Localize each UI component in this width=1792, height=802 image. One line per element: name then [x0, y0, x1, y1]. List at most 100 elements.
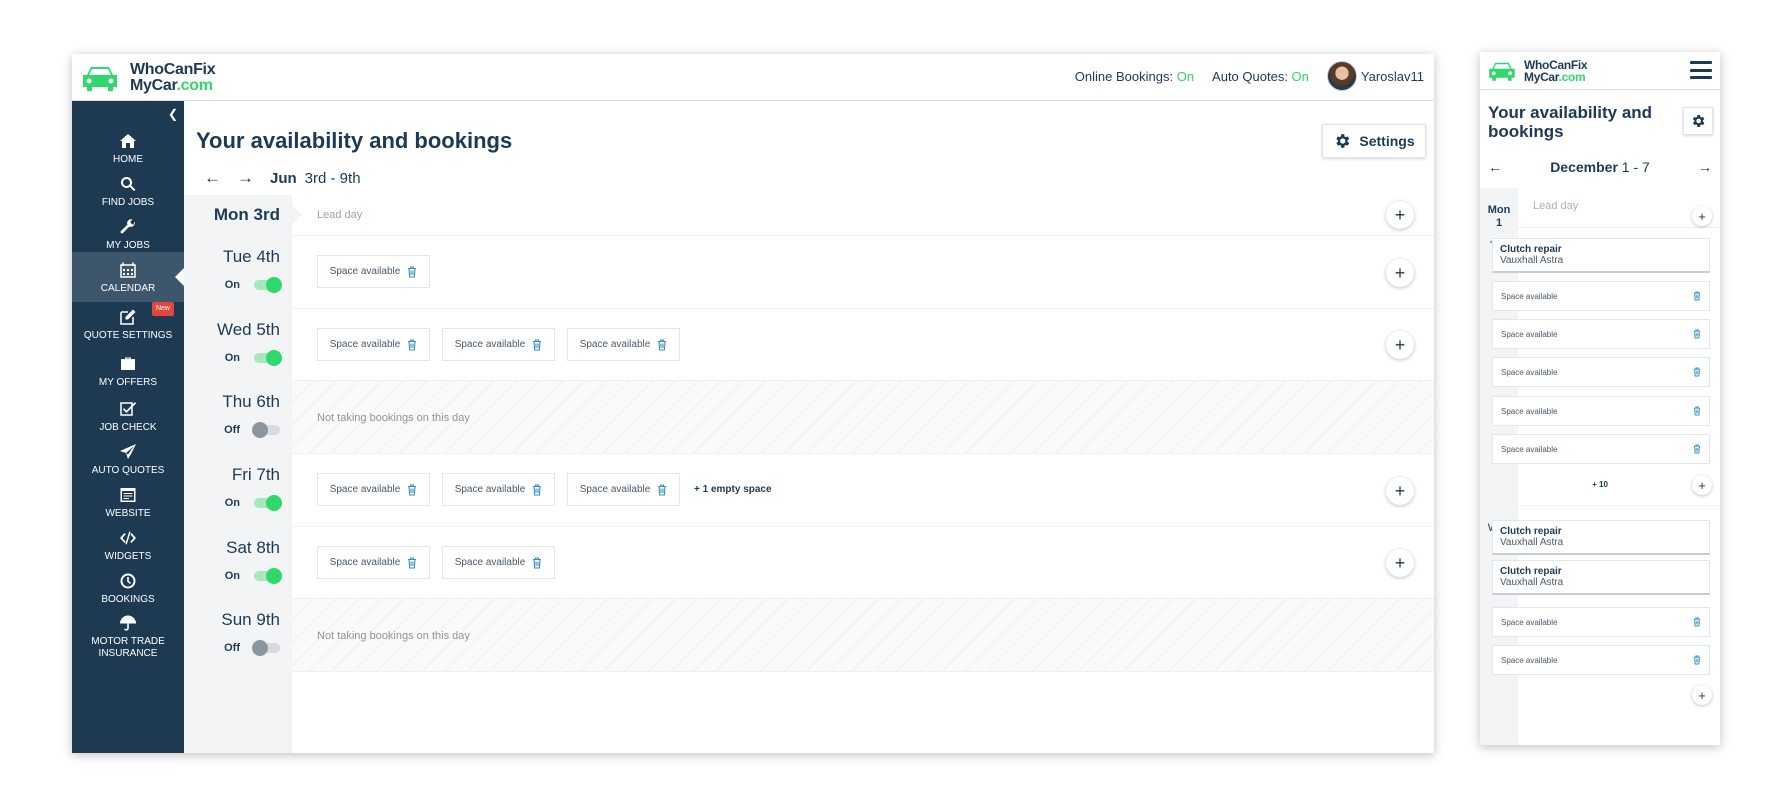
settings-button[interactable]: Settings: [1322, 124, 1426, 158]
clock-icon: [118, 571, 138, 591]
slot-label: Space available: [329, 557, 401, 568]
booking-card[interactable]: Clutch repair Vauxhall Astra: [1492, 238, 1710, 273]
space-available-slot[interactable]: Space available: [1492, 281, 1710, 311]
mobile-logo[interactable]: WhoCanFix MyCar.com: [1487, 59, 1588, 83]
trash-icon[interactable]: [407, 556, 417, 569]
logo[interactable]: WhoCanFix MyCar.com: [80, 61, 216, 94]
next-week-icon[interactable]: →: [237, 168, 254, 188]
trash-icon[interactable]: [532, 483, 542, 496]
edit-icon: [118, 307, 138, 327]
space-available-slot[interactable]: Space available: [317, 328, 430, 361]
add-slot-button[interactable]: +: [1386, 201, 1414, 229]
mobile-lead-day-area: Lead day: [1518, 188, 1720, 228]
space-available-slot[interactable]: Space available: [1492, 357, 1710, 387]
online-bookings-status[interactable]: Online Bookings: On: [1075, 69, 1194, 84]
booking-card[interactable]: Clutch repair Vauxhall Astra: [1492, 560, 1710, 595]
mobile-page-title: Your availability and bookings: [1488, 103, 1653, 141]
add-slot-button[interactable]: +: [1692, 685, 1712, 705]
trash-icon[interactable]: [1693, 617, 1701, 627]
space-available-slot[interactable]: Space available: [442, 473, 555, 506]
space-available-slot[interactable]: Space available: [317, 473, 430, 506]
day-availability-toggle[interactable]: [254, 350, 282, 366]
trash-icon[interactable]: [1693, 367, 1701, 377]
wrench-icon: [118, 217, 138, 237]
slot-label: Space available: [1501, 655, 1558, 665]
day-name: Sat 8th: [226, 538, 280, 557]
add-slot-button[interactable]: +: [1386, 477, 1414, 505]
space-available-slot[interactable]: Space available: [567, 328, 680, 361]
day-slots-area: Not taking bookings on this day: [292, 381, 1434, 454]
sidebar-item-label: MOTOR TRADE INSURANCE: [91, 635, 165, 659]
page-title: Your availability and bookings: [196, 128, 513, 153]
sidebar-item-my-offers[interactable]: MY OFFERS: [72, 346, 184, 396]
trash-icon[interactable]: [407, 338, 417, 351]
avatar[interactable]: [1326, 61, 1357, 91]
add-slot-button[interactable]: +: [1386, 549, 1414, 577]
trash-icon[interactable]: [1693, 291, 1701, 301]
space-available-slot[interactable]: Space available: [1492, 607, 1710, 637]
booking-card[interactable]: Clutch repair Vauxhall Astra: [1492, 520, 1710, 555]
more-empty-spaces-link[interactable]: + 1 empty space: [694, 484, 772, 495]
slot-label: Space available: [1501, 291, 1558, 301]
mobile-window: WhoCanFix MyCar.com Your availability an…: [1480, 52, 1720, 745]
trash-icon[interactable]: [407, 483, 417, 496]
collapse-sidebar-icon[interactable]: ❮: [168, 107, 178, 121]
trash-icon[interactable]: [532, 338, 542, 351]
day-status-label: Off: [224, 424, 240, 436]
slot-label: Space available: [454, 557, 526, 568]
trash-icon[interactable]: [657, 483, 667, 496]
logo-text: WhoCanFix MyCar.com: [130, 61, 216, 94]
car-logo-icon: [83, 67, 117, 91]
day-availability-toggle[interactable]: [252, 640, 280, 656]
space-available-slot[interactable]: Space available: [442, 546, 555, 579]
search-icon: [118, 174, 138, 194]
trash-icon[interactable]: [1693, 655, 1701, 665]
sidebar-item-label: MY JOBS: [106, 239, 150, 251]
add-slot-button[interactable]: +: [1386, 259, 1414, 287]
add-slot-button[interactable]: +: [1692, 206, 1712, 226]
sidebar-item-motor-trade-insurance[interactable]: MOTOR TRADE INSURANCE: [72, 611, 184, 661]
add-slot-button[interactable]: +: [1692, 475, 1712, 495]
day-availability-toggle[interactable]: [254, 495, 282, 511]
trash-icon[interactable]: [657, 338, 667, 351]
sidebar-item-quote-settings[interactable]: QUOTE SETTINGS New: [72, 299, 184, 349]
mobile-day-label: Mon 1: [1487, 204, 1511, 229]
trash-icon[interactable]: [1693, 329, 1701, 339]
trash-icon[interactable]: [1693, 406, 1701, 416]
trash-icon[interactable]: [407, 265, 417, 278]
sidebar-item-calendar[interactable]: CALENDAR: [72, 252, 185, 302]
day-slots-area: Space available Space available +: [292, 527, 1434, 599]
sidebar-item-label: MY OFFERS: [98, 376, 158, 388]
username[interactable]: Yaroslav11: [1361, 69, 1424, 84]
day-availability-toggle[interactable]: [254, 277, 282, 293]
auto-quotes-status[interactable]: Auto Quotes: On: [1212, 69, 1309, 84]
mobile-settings-button[interactable]: [1683, 107, 1713, 135]
space-available-slot[interactable]: Space available: [442, 328, 555, 361]
more-slots-link[interactable]: + 10: [1480, 480, 1720, 489]
slot-label: Space available: [1501, 367, 1558, 377]
space-available-slot[interactable]: Space available: [317, 255, 430, 288]
space-available-slot[interactable]: Space available: [567, 473, 680, 506]
day-slots-area: Space available Space available Space avai…: [292, 454, 1434, 527]
day-status-label: On: [224, 279, 240, 291]
space-available-slot[interactable]: Space available: [1492, 645, 1710, 675]
space-available-slot[interactable]: Space available: [1492, 434, 1710, 464]
space-available-slot[interactable]: Space available: [1492, 319, 1710, 349]
space-available-slot[interactable]: Space available: [317, 546, 430, 579]
slot-label: Space available: [454, 484, 526, 495]
slot-label: Space available: [1501, 444, 1558, 454]
lead-day-label: Lead day: [317, 209, 363, 221]
space-available-slot[interactable]: Space available: [1492, 396, 1710, 426]
prev-week-icon[interactable]: ←: [204, 168, 221, 188]
day-availability-toggle[interactable]: [252, 422, 280, 438]
sidebar-item-bookings[interactable]: BOOKINGS: [72, 563, 184, 613]
add-slot-button[interactable]: +: [1386, 331, 1414, 359]
next-week-icon[interactable]: →: [1698, 159, 1712, 175]
trash-icon[interactable]: [1693, 444, 1701, 454]
lead-day-label: Lead day: [1533, 200, 1579, 212]
hamburger-menu-icon[interactable]: [1690, 61, 1712, 79]
day-availability-toggle[interactable]: [254, 568, 282, 584]
trash-icon[interactable]: [532, 556, 542, 569]
sidebar-item-label: WEBSITE: [105, 507, 151, 519]
week-range: 1 - 7: [1617, 159, 1650, 175]
